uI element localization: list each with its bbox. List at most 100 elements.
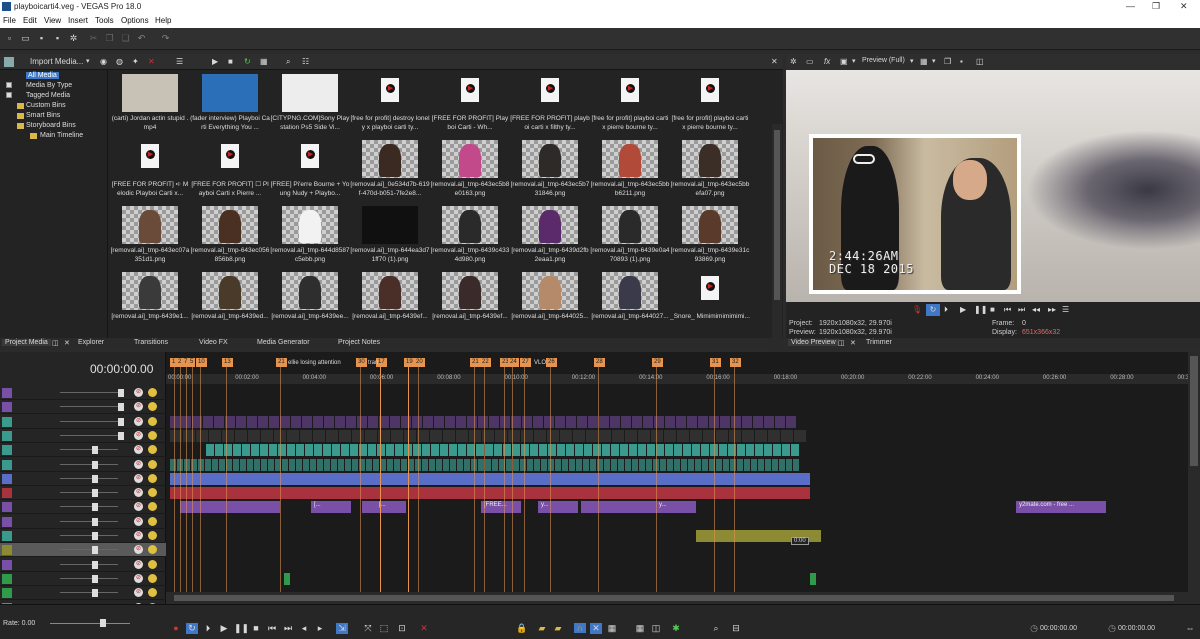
track-row[interactable]	[166, 515, 1188, 529]
track-header[interactable]: ⊘	[0, 572, 166, 586]
solo-icon[interactable]	[148, 573, 157, 583]
stop-icon[interactable]: ■	[990, 305, 995, 314]
timeline-clip[interactable]	[352, 458, 358, 471]
media-item[interactable]: [removal.ai]_tmp-643ec5b731846.png	[510, 136, 590, 201]
tab-media-generator[interactable]: Media Generator	[257, 339, 310, 346]
media-item[interactable]: [FREE] Pi'erre Bourne + Young Nudy + Pla…	[270, 136, 350, 201]
timeline-clip[interactable]	[422, 458, 428, 471]
timeline-clip[interactable]	[404, 429, 416, 442]
timeline-clip[interactable]	[431, 444, 439, 457]
pause-icon[interactable]: ❚❚	[974, 305, 987, 314]
timeline-clip[interactable]	[520, 458, 526, 471]
timeline-clip[interactable]	[716, 429, 728, 442]
timeline-clip[interactable]	[260, 444, 268, 457]
timeline-clip[interactable]	[758, 458, 764, 471]
track-header[interactable]: ⊘	[0, 386, 166, 400]
timeline-clip[interactable]	[305, 444, 313, 457]
ignore-grouping-icon[interactable]: ◫	[650, 623, 662, 634]
track-row[interactable]	[166, 415, 1188, 429]
timeline-clip[interactable]	[557, 444, 565, 457]
timeline-vertical-scrollbar[interactable]	[1188, 352, 1200, 604]
track-row[interactable]	[166, 572, 1188, 586]
close-panel-icon[interactable]: ✕	[771, 57, 778, 66]
stop-icon[interactable]: ■	[250, 623, 262, 633]
timeline-clip[interactable]	[324, 458, 330, 471]
track-level-slider[interactable]	[60, 520, 118, 522]
timeline-clip[interactable]	[422, 444, 430, 457]
track-header[interactable]: ⊘	[0, 400, 166, 415]
capture-icon[interactable]: ◉	[100, 57, 107, 66]
timeline-clip[interactable]	[368, 444, 376, 457]
lock-icon[interactable]: 🔒	[516, 623, 528, 634]
media-item[interactable]: [removal.ai]_tmp-6439c4334d980.png	[430, 202, 510, 267]
media-item[interactable]: [removal.ai]_tmp-643ec5bbefa07.png	[670, 136, 750, 201]
timeline-clip[interactable]	[530, 444, 538, 457]
track-level-slider[interactable]	[60, 477, 118, 479]
stop-icon[interactable]: ■	[228, 57, 233, 66]
timeline-clip[interactable]	[794, 429, 806, 442]
track-color-swatch[interactable]	[2, 416, 12, 427]
timeline-clip[interactable]	[772, 458, 778, 471]
timeline-clip[interactable]	[723, 458, 729, 471]
timeline-clip[interactable]	[765, 458, 771, 471]
timeline-clip[interactable]	[291, 415, 301, 428]
marker[interactable]: 31	[710, 358, 721, 367]
snapping-icon[interactable]: ∩	[574, 623, 586, 633]
media-item[interactable]: [removal.ai]_tmp-644025...	[510, 268, 590, 333]
timeline-clip[interactable]	[638, 429, 650, 442]
track-level-knob[interactable]	[118, 403, 124, 412]
timeline-clip[interactable]	[429, 458, 435, 471]
track-row[interactable]	[166, 429, 1188, 443]
timeline-clip[interactable]	[386, 444, 394, 457]
timeline-clip[interactable]	[716, 458, 722, 471]
timeline-clip[interactable]	[489, 415, 499, 428]
solo-icon[interactable]	[148, 545, 157, 555]
timeline-clip[interactable]: y...	[538, 501, 578, 514]
mute-icon[interactable]: ⊘	[134, 545, 143, 555]
timeline-clip[interactable]	[775, 415, 785, 428]
timeline-clip[interactable]	[577, 415, 587, 428]
track-header[interactable]: ⊘	[0, 472, 166, 486]
timeline-clip[interactable]	[695, 458, 701, 471]
mute-icon[interactable]: ⊘	[134, 430, 143, 440]
timeline-clip[interactable]	[324, 415, 334, 428]
track-color-swatch[interactable]	[2, 488, 12, 499]
loop-icon[interactable]: ↻	[186, 623, 198, 634]
marker[interactable]: 22	[480, 358, 491, 367]
solo-icon[interactable]	[148, 516, 157, 526]
timeline-clip[interactable]	[209, 429, 221, 442]
mute-icon[interactable]: ⊘	[134, 488, 143, 498]
media-fx-icon[interactable]: ✦	[132, 57, 139, 66]
media-item[interactable]: [FREE FOR PROFIT] playboi carti x filthy…	[510, 70, 590, 135]
track-row[interactable]	[166, 458, 1188, 472]
timeline-clip[interactable]	[198, 458, 204, 471]
timeline-clip[interactable]	[287, 429, 299, 442]
track-level-knob[interactable]	[92, 532, 98, 540]
timeline-clip[interactable]	[219, 458, 225, 471]
track-row[interactable]: [... [... [FREE... y... y... y2mate.com - fre…	[166, 500, 1188, 514]
track-level-knob[interactable]	[92, 460, 98, 469]
media-item[interactable]: (carti) Jordan actin stupid .mp4	[110, 70, 190, 135]
timeline-clip[interactable]	[214, 415, 224, 428]
timeline-clip[interactable]	[612, 429, 624, 442]
undo-icon[interactable]: ↶	[136, 33, 147, 44]
timeline-clip[interactable]	[345, 458, 351, 471]
timeline-clip[interactable]	[300, 429, 312, 442]
media-item[interactable]: [removal.ai]_tmp-644d8587c5ebb.png	[270, 202, 350, 267]
go-end-icon[interactable]: ⏭	[1018, 305, 1025, 315]
track-row[interactable]	[166, 400, 1188, 414]
track-color-swatch[interactable]	[2, 545, 12, 556]
media-item[interactable]: _Snore_ Mimimimimimimi...	[670, 268, 750, 333]
track-header[interactable]: ⊘	[0, 500, 166, 515]
timeline-clip[interactable]	[562, 458, 568, 471]
timeline-clip[interactable]	[729, 429, 741, 442]
timeline-clip[interactable]	[611, 458, 617, 471]
timeline-clip[interactable]	[412, 415, 422, 428]
timeline-clip[interactable]	[688, 458, 694, 471]
timeline-clip[interactable]	[731, 415, 741, 428]
play-from-start-icon[interactable]: ⏵	[202, 623, 214, 634]
solo-icon[interactable]	[148, 430, 157, 440]
timeline-clip[interactable]	[352, 429, 364, 442]
menu-options[interactable]: Options	[121, 16, 149, 25]
timeline-clip[interactable]	[604, 458, 610, 471]
